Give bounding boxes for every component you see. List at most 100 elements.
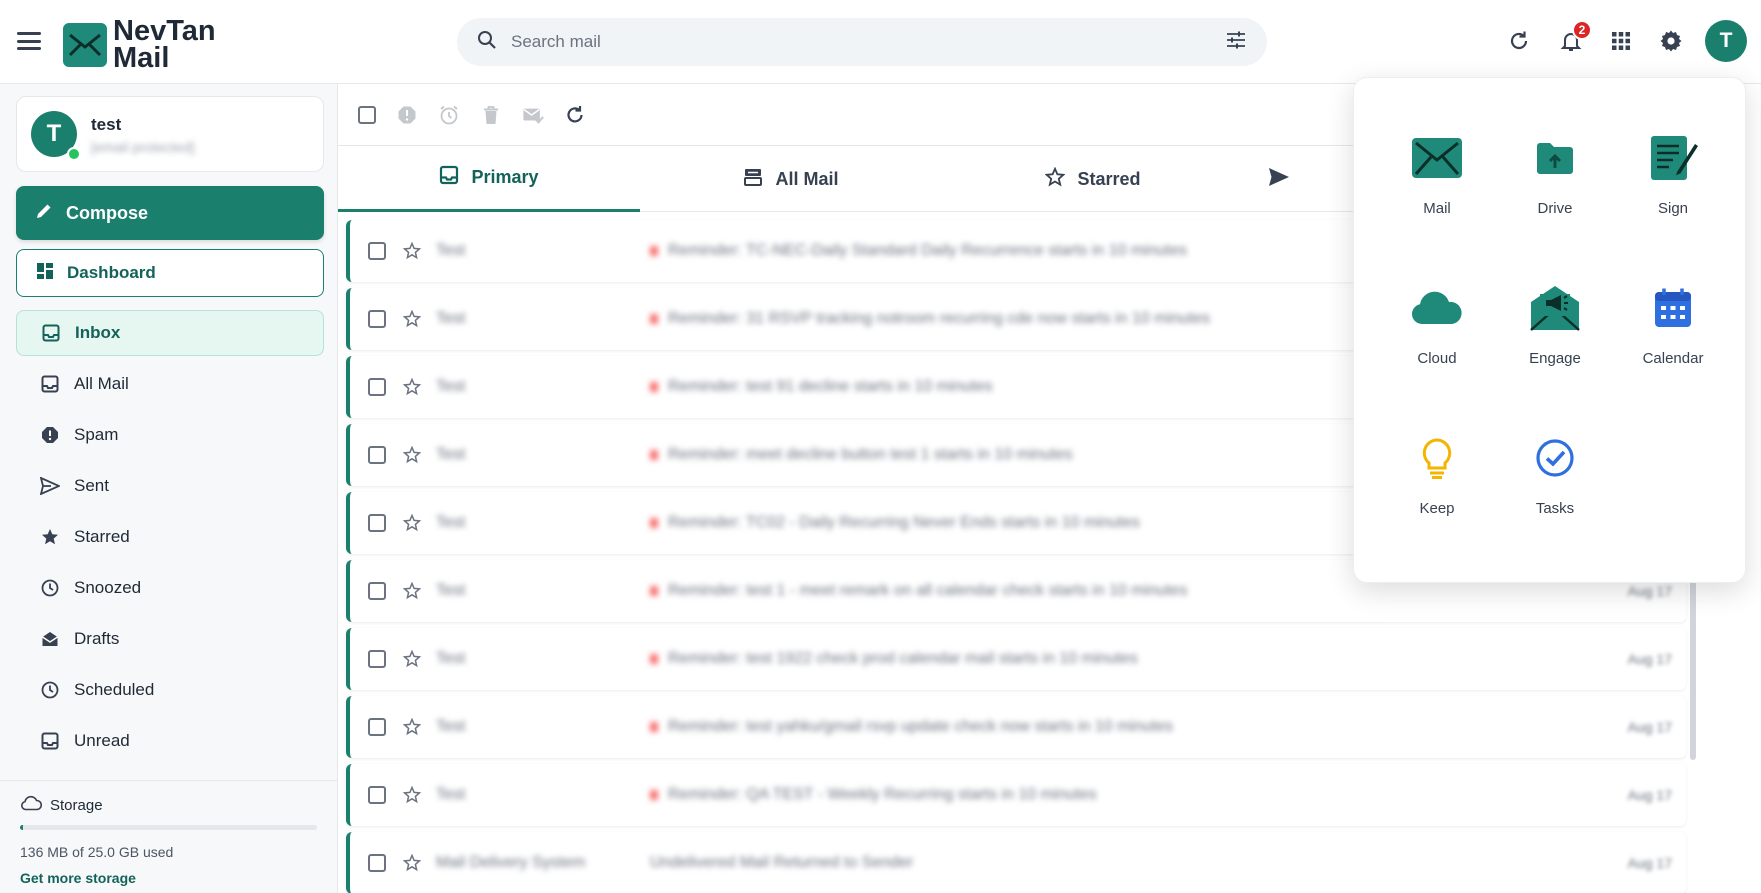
all-mail-icon [40, 374, 60, 394]
app-label-drive: Drive [1537, 200, 1573, 217]
search-bar [457, 18, 1267, 66]
star-outline-icon[interactable] [402, 785, 422, 805]
mark-as-read-icon[interactable] [522, 104, 544, 126]
unread-icon [40, 731, 60, 751]
star-outline-icon[interactable] [402, 853, 422, 873]
mail-logo-icon [63, 23, 107, 67]
email-row-checkbox[interactable] [368, 786, 386, 804]
apps-grid-icon[interactable] [1604, 24, 1638, 58]
app-tile-cloud[interactable]: Cloud [1382, 278, 1492, 388]
email-row-checkbox[interactable] [368, 854, 386, 872]
nav-label-all-mail: All Mail [74, 374, 129, 393]
email-subject: Reminder: meet decline button test 1 sta… [668, 446, 1073, 463]
search-icon[interactable] [477, 30, 497, 55]
calendar-tag-icon [650, 790, 658, 800]
app-tile-mail[interactable]: Mail [1382, 128, 1492, 238]
notifications-bell-icon[interactable]: 2 [1554, 20, 1592, 58]
menu-button[interactable] [16, 28, 42, 54]
refresh-icon[interactable] [1502, 24, 1536, 58]
drive-icon [1525, 128, 1585, 188]
email-date: Aug 17 [1627, 855, 1672, 871]
drafts-icon [40, 629, 60, 649]
user-email: [email protected] [91, 139, 195, 155]
email-sender: Mail Delivery System [436, 854, 586, 871]
nav-label-unread: Unread [74, 731, 130, 750]
snooze-alarm-icon[interactable] [438, 104, 460, 126]
star-filled-icon [40, 527, 60, 547]
nav-item-unread[interactable]: Unread [16, 718, 324, 764]
tab-primary-label: Primary [471, 167, 539, 187]
email-subject: Reminder: test 1 - meet remark on all ca… [668, 582, 1188, 599]
calendar-tag-icon [650, 314, 658, 324]
email-subject: Reminder: test 1922 check prod calendar … [668, 650, 1138, 667]
account-avatar[interactable]: T [1705, 20, 1747, 62]
send-icon [40, 476, 60, 496]
report-spam-icon[interactable] [396, 104, 418, 126]
email-row-checkbox[interactable] [368, 514, 386, 532]
online-status-dot [67, 147, 81, 161]
user-name: test [91, 115, 122, 134]
logo[interactable]: NevTan Mail [63, 17, 216, 73]
logo-text: NevTan Mail [113, 17, 216, 73]
get-more-storage-link[interactable]: Get more storage [20, 870, 318, 886]
email-subject: Reminder: test 91 decline starts in 10 m… [668, 378, 993, 395]
dashboard-button[interactable]: Dashboard [16, 249, 324, 297]
email-row[interactable]: Test Reminder: QA TEST - Weekly Recurring… [346, 764, 1686, 826]
tab-all-mail-label: All Mail [775, 168, 839, 189]
nav-item-all-mail[interactable]: All Mail [16, 361, 324, 407]
app-tile-sign[interactable]: Sign [1618, 128, 1728, 238]
star-outline-icon[interactable] [402, 445, 422, 465]
app-tile-keep[interactable]: Keep [1382, 428, 1492, 538]
tab-starred[interactable]: Starred [942, 146, 1244, 212]
nav-item-scheduled[interactable]: Scheduled [16, 667, 324, 713]
email-subject-container: Reminder: test 1 - meet remark on all ca… [650, 582, 1606, 600]
nav-item-drafts[interactable]: Drafts [16, 616, 324, 662]
settings-gear-icon[interactable] [1654, 24, 1688, 58]
tab-primary[interactable]: Primary [338, 146, 640, 212]
select-all-checkbox[interactable] [358, 105, 376, 124]
email-row-checkbox[interactable] [368, 310, 386, 328]
email-subject-container: Reminder: test yahku/gmail rsvp update c… [650, 718, 1606, 736]
star-outline-icon[interactable] [402, 309, 422, 329]
star-outline-icon[interactable] [402, 649, 422, 669]
star-outline-icon[interactable] [402, 377, 422, 397]
app-tile-tasks[interactable]: Tasks [1500, 428, 1610, 538]
inbox-icon [41, 323, 61, 343]
nav-item-sent[interactable]: Sent [16, 463, 324, 509]
email-row-checkbox[interactable] [368, 242, 386, 260]
spam-icon [40, 425, 60, 445]
email-row[interactable]: Mail Delivery System Undelivered Mail Ret… [346, 832, 1686, 893]
search-filter-icon[interactable] [1225, 30, 1247, 55]
primary-inbox-icon [439, 165, 459, 190]
toolbar-refresh-icon[interactable] [564, 104, 586, 126]
nav-item-spam[interactable]: Spam [16, 412, 324, 458]
app-tile-calendar[interactable]: Calendar [1618, 278, 1728, 388]
compose-button[interactable]: Compose [16, 186, 324, 240]
email-row-checkbox[interactable] [368, 582, 386, 600]
email-row-checkbox[interactable] [368, 650, 386, 668]
email-row-checkbox[interactable] [368, 446, 386, 464]
nav-item-starred[interactable]: Starred [16, 514, 324, 560]
star-outline-icon[interactable] [402, 241, 422, 261]
clock-icon [40, 578, 60, 598]
email-row[interactable]: Test Reminder: test 1922 check prod calen… [346, 628, 1686, 690]
email-row[interactable]: Test Reminder: test yahku/gmail rsvp upda… [346, 696, 1686, 758]
star-outline-icon[interactable] [402, 717, 422, 737]
dashboard-icon [35, 261, 55, 286]
email-row-checkbox[interactable] [368, 378, 386, 396]
app-tile-drive[interactable]: Drive [1500, 128, 1610, 238]
trash-icon[interactable] [480, 104, 502, 126]
app-tile-engage[interactable]: Engage [1500, 278, 1610, 388]
search-input[interactable] [511, 32, 1225, 52]
storage-panel: Storage 136 MB of 25.0 GB used Get more … [0, 780, 338, 893]
nav-item-snoozed[interactable]: Snoozed [16, 565, 324, 611]
user-card[interactable]: T test [email protected] [16, 96, 324, 172]
star-outline-icon[interactable] [402, 581, 422, 601]
tab-all-mail[interactable]: All Mail [640, 146, 942, 212]
app-label-sign: Sign [1657, 200, 1689, 217]
email-date: Aug 17 [1627, 583, 1672, 599]
email-sender: Test [436, 446, 466, 463]
star-outline-icon[interactable] [402, 513, 422, 533]
nav-item-inbox[interactable]: Inbox [16, 310, 324, 356]
email-row-checkbox[interactable] [368, 718, 386, 736]
